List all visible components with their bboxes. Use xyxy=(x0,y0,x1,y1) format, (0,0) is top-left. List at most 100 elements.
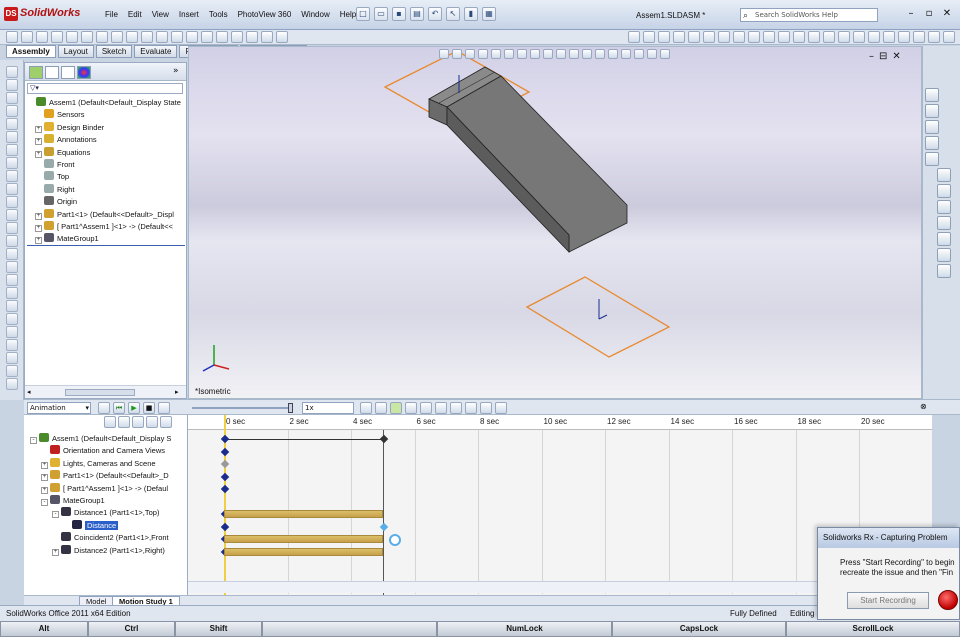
options-icon[interactable]: ▦ xyxy=(482,7,496,21)
sketch-tool-4-icon[interactable] xyxy=(6,105,18,117)
search-help-input[interactable]: ⌕ Search SolidWorks Help xyxy=(740,8,878,22)
select-cursor-icon[interactable]: ↖ xyxy=(446,7,460,21)
toolbox-icon[interactable] xyxy=(937,232,951,246)
solidworks-resources-icon[interactable] xyxy=(925,88,939,102)
command-tool-18-icon[interactable] xyxy=(883,31,895,43)
ctrl-key[interactable]: Ctrl xyxy=(88,621,175,637)
change-bar[interactable] xyxy=(224,548,383,556)
save-animation-icon[interactable] xyxy=(360,402,372,414)
solidworks-logo[interactable]: DS SolidWorks xyxy=(4,7,90,23)
command-tool-10-icon[interactable] xyxy=(763,31,775,43)
force-icon[interactable] xyxy=(465,402,477,414)
menu-photoview-360[interactable]: PhotoView 360 xyxy=(233,10,297,19)
zoom-area-icon[interactable] xyxy=(452,49,462,59)
tree-item[interactable]: + MateGroup1 xyxy=(35,233,99,245)
sketch-tool-23-icon[interactable] xyxy=(6,352,18,364)
tree-item[interactable]: Origin xyxy=(35,196,77,208)
alt-key[interactable]: Alt xyxy=(0,621,88,637)
autokey-icon[interactable] xyxy=(390,402,402,414)
measure-icon[interactable] xyxy=(246,31,258,43)
apply-scene-icon[interactable] xyxy=(556,49,566,59)
tree-item[interactable]: Front xyxy=(35,159,75,171)
menu-file[interactable]: File xyxy=(100,10,123,19)
record-icon[interactable] xyxy=(938,590,958,610)
play-from-start-icon[interactable]: ⏮ xyxy=(113,402,125,414)
contact-icon[interactable] xyxy=(480,402,492,414)
exploded-view-icon[interactable] xyxy=(171,31,183,43)
study-type-select[interactable]: Animation xyxy=(27,402,91,414)
command-tool-15-icon[interactable] xyxy=(838,31,850,43)
new-motion-study-icon[interactable] xyxy=(141,31,153,43)
command-tool-16-icon[interactable] xyxy=(853,31,865,43)
tree-item[interactable]: + Part1<1> (Default<<Default>_Displ xyxy=(35,208,174,221)
sketch-tool-11-icon[interactable] xyxy=(6,196,18,208)
command-tool-2-icon[interactable] xyxy=(643,31,655,43)
property-manager-tab-icon[interactable] xyxy=(45,66,59,79)
more-views-icon[interactable] xyxy=(660,49,670,59)
minimize-icon[interactable]: – xyxy=(904,8,918,20)
filter-results-icon[interactable] xyxy=(146,416,158,428)
command-tool-12-icon[interactable] xyxy=(793,31,805,43)
feature-manager-tab-icon[interactable] xyxy=(29,66,43,79)
open-folder-icon[interactable]: ▭ xyxy=(374,7,388,21)
edit-appearance-icon[interactable] xyxy=(543,49,553,59)
motion-tree-item[interactable]: + [ Part1^Assem1 ]<1> -> (Defaul xyxy=(41,482,168,495)
slider-knob[interactable] xyxy=(288,403,293,413)
section-view-icon[interactable] xyxy=(478,49,488,59)
sketch-tool-24-icon[interactable] xyxy=(6,365,18,377)
assembly-features-icon[interactable] xyxy=(111,31,123,43)
keyframe-marker[interactable] xyxy=(220,472,230,482)
view-orientation-icon[interactable] xyxy=(504,49,514,59)
tree-item[interactable]: Sensors xyxy=(35,109,85,121)
sketch-tool-17-icon[interactable] xyxy=(6,274,18,286)
expand-toggle-icon[interactable]: + xyxy=(41,461,48,469)
linear-pattern-icon[interactable] xyxy=(51,31,63,43)
expand-toggle-icon[interactable]: + xyxy=(41,474,48,482)
interference-icon[interactable] xyxy=(201,31,213,43)
command-tool-21-icon[interactable] xyxy=(928,31,940,43)
graphics-area[interactable]: – ⊟ ✕ *Isometric xyxy=(188,46,922,399)
keyframe-marker[interactable] xyxy=(220,447,230,457)
mate-icon[interactable] xyxy=(21,31,33,43)
component-preview-icon[interactable] xyxy=(36,31,48,43)
keyframe-marker[interactable] xyxy=(220,484,230,494)
camera-icon[interactable] xyxy=(647,49,657,59)
forum-icon[interactable] xyxy=(937,216,951,230)
results-plot-icon[interactable] xyxy=(495,402,507,414)
tab-sketch[interactable]: Sketch xyxy=(95,45,133,58)
menu-window[interactable]: Window xyxy=(296,10,334,19)
sketch-tool-19-icon[interactable] xyxy=(6,300,18,312)
sketch-tool-2-icon[interactable] xyxy=(6,79,18,91)
ambient-icon[interactable] xyxy=(608,49,618,59)
expand-toggle-icon[interactable]: - xyxy=(52,511,59,519)
motion-tree-item[interactable]: + Distance2 (Part1<1>,Right) xyxy=(52,544,165,557)
command-tool-3-icon[interactable] xyxy=(658,31,670,43)
tree-item[interactable]: + Equations xyxy=(35,146,90,159)
rebuild-icon[interactable]: ▮ xyxy=(464,7,478,21)
dynamic-annotation-icon[interactable] xyxy=(491,49,501,59)
change-bar[interactable] xyxy=(224,535,383,543)
sketch-tool-16-icon[interactable] xyxy=(6,261,18,273)
hole-alignment-icon[interactable] xyxy=(231,31,243,43)
motion-tree-item[interactable]: Coincident2 (Part1<1>,Front xyxy=(52,532,169,544)
expand-toggle-icon[interactable]: + xyxy=(35,225,42,232)
sketch-tool-22-icon[interactable] xyxy=(6,339,18,351)
tab-layout[interactable]: Layout xyxy=(57,45,94,58)
start-recording-button[interactable]: Start Recording xyxy=(847,592,929,609)
reference-geometry-icon[interactable] xyxy=(126,31,138,43)
motion-tree-item[interactable]: Distance xyxy=(63,519,119,532)
filter-animated-icon[interactable] xyxy=(104,416,116,428)
command-tool-8-icon[interactable] xyxy=(733,31,745,43)
command-tool-9-icon[interactable] xyxy=(748,31,760,43)
command-tool-13-icon[interactable] xyxy=(808,31,820,43)
capslock-key[interactable]: CapsLock xyxy=(612,621,786,637)
motion-tree-item[interactable]: + Lights, Cameras and Scene xyxy=(41,457,156,470)
command-tool-17-icon[interactable] xyxy=(868,31,880,43)
section-icon[interactable] xyxy=(276,31,288,43)
menu-tools[interactable]: Tools xyxy=(204,10,233,19)
sketch-tool-25-icon[interactable] xyxy=(6,378,18,390)
appearances-icon[interactable] xyxy=(925,152,939,166)
sketch-tool-7-icon[interactable] xyxy=(6,144,18,156)
tree-item[interactable]: Assem1 (Default<Default_Display State xyxy=(27,97,181,109)
sketch-tool-18-icon[interactable] xyxy=(6,287,18,299)
